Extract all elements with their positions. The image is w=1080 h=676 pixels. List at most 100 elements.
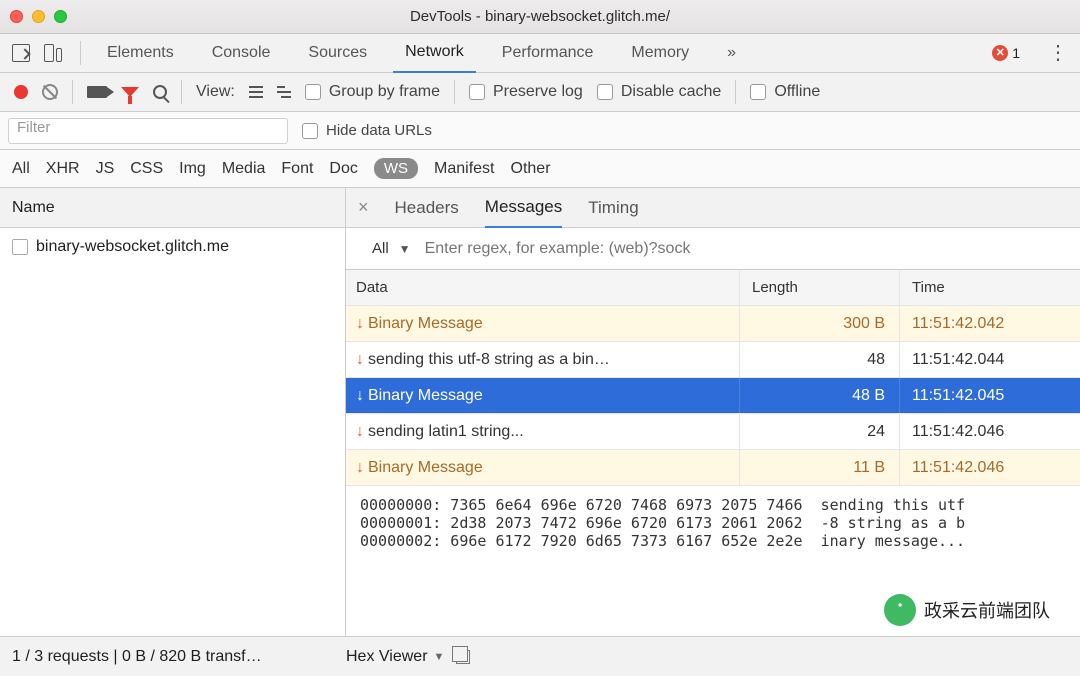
hex-viewer-select[interactable]: Hex Viewer ▼ — [346, 648, 444, 666]
type-xhr[interactable]: XHR — [46, 160, 80, 178]
msg-time: 11:51:42.042 — [900, 306, 1080, 341]
detail-pane: × Headers Messages Timing All ▼ Data Len… — [346, 188, 1080, 636]
tab-elements[interactable]: Elements — [95, 34, 186, 73]
filter-row: Filter Hide data URLs — [0, 112, 1080, 150]
detail-tab-messages[interactable]: Messages — [485, 188, 562, 228]
watermark-icon: ॱ — [884, 594, 916, 626]
large-rows-icon[interactable] — [249, 86, 263, 98]
watermark-text: 政采云前端团队 — [924, 597, 1050, 623]
detail-tab-timing[interactable]: Timing — [588, 188, 638, 228]
checkbox-icon[interactable] — [469, 84, 485, 100]
file-icon — [12, 239, 28, 255]
divider — [454, 80, 455, 104]
type-all[interactable]: All — [12, 160, 30, 178]
msg-text: Binary Message — [368, 315, 483, 333]
msg-length: 11 B — [740, 450, 900, 485]
msg-time: 11:51:42.045 — [900, 378, 1080, 413]
msg-time: 11:51:42.046 — [900, 414, 1080, 449]
kebab-menu[interactable]: ⋮ — [1048, 43, 1068, 63]
type-font[interactable]: Font — [281, 160, 313, 178]
filter-icon[interactable] — [121, 87, 139, 97]
chevron-down-icon: ▼ — [434, 651, 445, 663]
col-length[interactable]: Length — [740, 270, 900, 305]
screenshot-icon[interactable] — [87, 86, 107, 98]
down-arrow-icon: ↓ — [356, 351, 364, 369]
divider — [72, 80, 73, 104]
group-by-frame[interactable]: Group by frame — [305, 83, 440, 101]
msg-length: 48 — [740, 342, 900, 377]
divider — [735, 80, 736, 104]
type-ws[interactable]: WS — [374, 158, 418, 179]
error-count: 1 — [1012, 45, 1020, 61]
table-row[interactable]: ↓Binary Message300 B11:51:42.042 — [346, 306, 1080, 342]
tab-memory[interactable]: Memory — [619, 34, 701, 73]
search-icon[interactable] — [153, 85, 167, 99]
type-css[interactable]: CSS — [130, 160, 163, 178]
filter-input[interactable]: Filter — [8, 118, 288, 144]
type-doc[interactable]: Doc — [329, 160, 357, 178]
hide-data-urls[interactable]: Hide data URLs — [302, 122, 432, 139]
clear-icon[interactable] — [42, 84, 58, 100]
msg-length: 24 — [740, 414, 900, 449]
window-titlebar: DevTools - binary-websocket.glitch.me/ — [0, 0, 1080, 34]
chevron-down-icon: ▼ — [399, 242, 411, 256]
table-row[interactable]: ↓Binary Message11 B11:51:42.046 — [346, 450, 1080, 486]
error-badge[interactable]: ✕ 1 — [992, 45, 1020, 61]
msg-length: 48 B — [740, 378, 900, 413]
down-arrow-icon: ↓ — [356, 315, 364, 333]
maximize-button[interactable] — [54, 10, 67, 23]
messages-table: Data Length Time ↓Binary Message300 B11:… — [346, 270, 1080, 486]
messages-toolbar: All ▼ — [346, 228, 1080, 270]
close-icon[interactable]: × — [358, 197, 369, 218]
table-row[interactable]: ↓Binary Message48 B11:51:42.045 — [346, 378, 1080, 414]
minimize-button[interactable] — [32, 10, 45, 23]
divider — [181, 80, 182, 104]
detail-tabs: × Headers Messages Timing — [346, 188, 1080, 228]
offline-toggle[interactable]: Offline — [750, 83, 820, 101]
tab-sources[interactable]: Sources — [296, 34, 379, 73]
message-filter-select[interactable]: All ▼ — [372, 240, 411, 257]
error-icon: ✕ — [992, 45, 1008, 61]
request-list: Name binary-websocket.glitch.me — [0, 188, 346, 636]
record-button[interactable] — [14, 85, 28, 99]
device-toggle-icon[interactable] — [44, 44, 66, 62]
name-header[interactable]: Name — [0, 188, 345, 228]
msg-text: sending this utf-8 string as a bin… — [368, 351, 610, 369]
waterfall-icon[interactable] — [277, 86, 291, 98]
close-button[interactable] — [10, 10, 23, 23]
type-manifest[interactable]: Manifest — [434, 160, 494, 178]
msg-time: 11:51:42.044 — [900, 342, 1080, 377]
table-row[interactable]: ↓sending this utf-8 string as a bin… 4811… — [346, 342, 1080, 378]
detail-tab-headers[interactable]: Headers — [395, 188, 459, 228]
hex-viewer: 00000000: 7365 6e64 696e 6720 7468 6973 … — [346, 486, 1080, 560]
preserve-log[interactable]: Preserve log — [469, 83, 583, 101]
request-name: binary-websocket.glitch.me — [36, 238, 229, 256]
message-regex-input[interactable] — [425, 240, 1068, 258]
tab-more[interactable]: » — [715, 34, 748, 73]
window-controls — [10, 10, 67, 23]
request-item[interactable]: binary-websocket.glitch.me — [0, 228, 345, 266]
panel-tabbar: Elements Console Sources Network Perform… — [0, 34, 1080, 73]
checkbox-icon[interactable] — [302, 123, 318, 139]
col-time[interactable]: Time — [900, 270, 1080, 305]
disable-cache[interactable]: Disable cache — [597, 83, 722, 101]
msg-text: Binary Message — [368, 459, 483, 477]
divider — [80, 41, 81, 65]
type-js[interactable]: JS — [96, 160, 115, 178]
inspect-icon[interactable] — [12, 44, 30, 62]
down-arrow-icon: ↓ — [356, 423, 364, 441]
type-media[interactable]: Media — [222, 160, 266, 178]
tab-performance[interactable]: Performance — [490, 34, 606, 73]
col-data[interactable]: Data — [346, 270, 740, 305]
type-img[interactable]: Img — [179, 160, 206, 178]
type-other[interactable]: Other — [511, 160, 551, 178]
tab-network[interactable]: Network — [393, 34, 476, 73]
status-bar: 1 / 3 requests | 0 B / 820 B transf… Hex… — [0, 636, 1080, 676]
table-row[interactable]: ↓sending latin1 string... 2411:51:42.046 — [346, 414, 1080, 450]
checkbox-icon[interactable] — [750, 84, 766, 100]
copy-icon[interactable] — [456, 650, 470, 664]
checkbox-icon[interactable] — [597, 84, 613, 100]
tab-console[interactable]: Console — [200, 34, 283, 73]
checkbox-icon[interactable] — [305, 84, 321, 100]
msg-text: sending latin1 string... — [368, 423, 524, 441]
